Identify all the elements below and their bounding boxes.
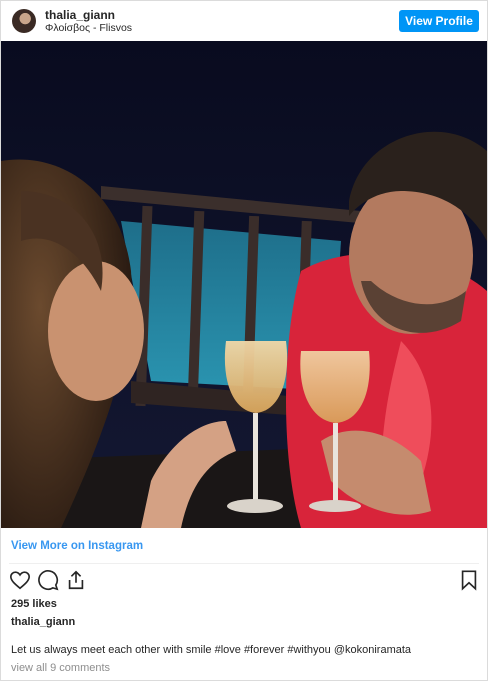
comment-icon[interactable]: [37, 569, 59, 591]
owner-username[interactable]: thalia_giann: [11, 616, 75, 629]
likes-count: 295 likes: [11, 598, 57, 610]
post-header: thalia_giann Φλοίσβος - Flisvos View Pro…: [1, 1, 487, 41]
view-comments-link[interactable]: view all 9 comments: [11, 662, 110, 675]
bookmark-icon[interactable]: [458, 569, 480, 591]
heart-icon[interactable]: [9, 569, 31, 591]
divider: [9, 563, 479, 564]
location-link[interactable]: Φλοίσβος - Flisvos: [45, 22, 132, 34]
instagram-embed: thalia_giann Φλοίσβος - Flisvos View Pro…: [0, 0, 488, 681]
view-more-link[interactable]: View More on Instagram: [11, 539, 143, 553]
photo-illustration: [1, 41, 487, 528]
post-caption: Let us always meet each other with smile…: [11, 644, 412, 656]
view-profile-button[interactable]: View Profile: [399, 10, 479, 32]
share-icon[interactable]: [65, 569, 87, 591]
post-photo[interactable]: [1, 41, 487, 528]
username[interactable]: thalia_giann: [45, 8, 115, 22]
avatar[interactable]: [12, 9, 36, 33]
